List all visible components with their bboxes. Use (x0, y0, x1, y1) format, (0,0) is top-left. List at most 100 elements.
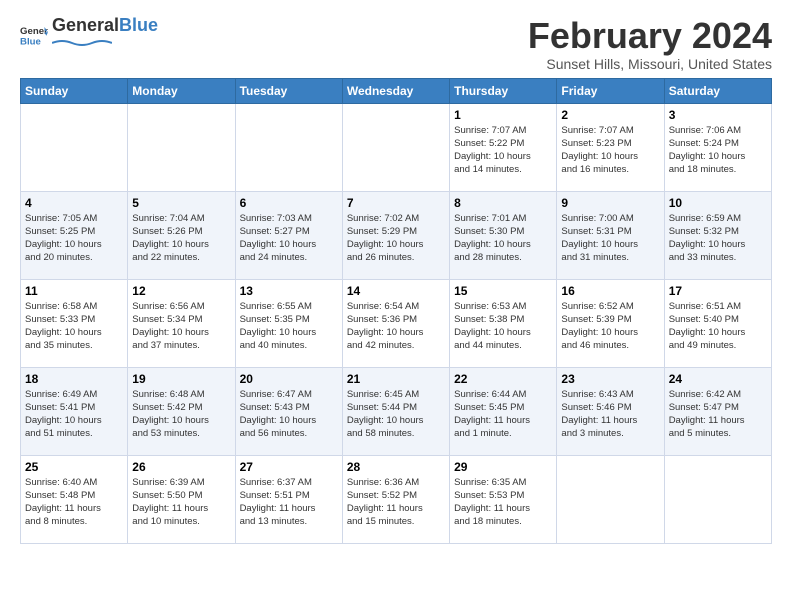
day-number: 6 (240, 196, 338, 210)
calendar-cell (21, 103, 128, 191)
calendar-cell: 28Sunrise: 6:36 AM Sunset: 5:52 PM Dayli… (342, 455, 449, 543)
day-info: Sunrise: 7:07 AM Sunset: 5:23 PM Dayligh… (561, 124, 659, 177)
calendar-cell: 9 Sunrise: 7:00 AM Sunset: 5:31 PM Daylig… (557, 191, 664, 279)
day-number: 24 (669, 372, 767, 386)
day-info: Sunrise: 6:52 AM Sunset: 5:39 PM Dayligh… (561, 300, 659, 353)
calendar-cell: 10 Sunrise: 6:59 AM Sunset: 5:32 PM Dayli… (664, 191, 771, 279)
day-info: Sunrise: 6:42 AM Sunset: 5:47 PM Dayligh… (669, 388, 767, 441)
calendar-cell: 24 Sunrise: 6:42 AM Sunset: 5:47 PM Dayli… (664, 367, 771, 455)
day-info: Sunrise: 7:01 AM Sunset: 5:30 PM Dayligh… (454, 212, 552, 265)
weekday-header-saturday: Saturday (664, 78, 771, 103)
calendar-cell: 2Sunrise: 7:07 AM Sunset: 5:23 PM Daylig… (557, 103, 664, 191)
day-info: Sunrise: 6:47 AM Sunset: 5:43 PM Dayligh… (240, 388, 338, 441)
day-number: 12 (132, 284, 230, 298)
weekday-header-thursday: Thursday (450, 78, 557, 103)
day-number: 15 (454, 284, 552, 298)
logo-general: General (52, 15, 119, 35)
day-number: 22 (454, 372, 552, 386)
calendar-cell: 11 Sunrise: 6:58 AM Sunset: 5:33 PM Dayli… (21, 279, 128, 367)
calendar-cell: 25 Sunrise: 6:40 AM Sunset: 5:48 PM Dayli… (21, 455, 128, 543)
calendar-cell: 26 Sunrise: 6:39 AM Sunset: 5:50 PM Dayli… (128, 455, 235, 543)
logo-text: GeneralBlue (52, 16, 158, 52)
svg-text:General: General (20, 26, 48, 37)
calendar-cell: 18 Sunrise: 6:49 AM Sunset: 5:41 PM Dayli… (21, 367, 128, 455)
day-info: Sunrise: 7:02 AM Sunset: 5:29 PM Dayligh… (347, 212, 445, 265)
day-number: 9 (561, 196, 659, 210)
calendar-cell: 27 Sunrise: 6:37 AM Sunset: 5:51 PM Dayli… (235, 455, 342, 543)
day-number: 10 (669, 196, 767, 210)
calendar-cell: 14Sunrise: 6:54 AM Sunset: 5:36 PM Dayli… (342, 279, 449, 367)
day-number: 28 (347, 460, 445, 474)
calendar-table: SundayMondayTuesdayWednesdayThursdayFrid… (20, 78, 772, 544)
day-number: 4 (25, 196, 123, 210)
day-number: 27 (240, 460, 338, 474)
calendar-week-3: 11 Sunrise: 6:58 AM Sunset: 5:33 PM Dayli… (21, 279, 772, 367)
day-info: Sunrise: 7:05 AM Sunset: 5:25 PM Dayligh… (25, 212, 123, 265)
calendar-week-5: 25 Sunrise: 6:40 AM Sunset: 5:48 PM Dayli… (21, 455, 772, 543)
logo-wave (52, 39, 112, 47)
day-number: 1 (454, 108, 552, 122)
calendar-cell (128, 103, 235, 191)
calendar-cell: 7Sunrise: 7:02 AM Sunset: 5:29 PM Daylig… (342, 191, 449, 279)
day-info: Sunrise: 7:07 AM Sunset: 5:22 PM Dayligh… (454, 124, 552, 177)
day-info: Sunrise: 6:49 AM Sunset: 5:41 PM Dayligh… (25, 388, 123, 441)
day-number: 14 (347, 284, 445, 298)
day-number: 18 (25, 372, 123, 386)
day-info: Sunrise: 6:51 AM Sunset: 5:40 PM Dayligh… (669, 300, 767, 353)
day-number: 25 (25, 460, 123, 474)
calendar-cell: 21Sunrise: 6:45 AM Sunset: 5:44 PM Dayli… (342, 367, 449, 455)
logo: General Blue GeneralBlue (20, 16, 158, 52)
weekday-header-row: SundayMondayTuesdayWednesdayThursdayFrid… (21, 78, 772, 103)
day-info: Sunrise: 6:44 AM Sunset: 5:45 PM Dayligh… (454, 388, 552, 441)
calendar-week-1: 1 Sunrise: 7:07 AM Sunset: 5:22 PM Daylig… (21, 103, 772, 191)
subtitle: Sunset Hills, Missouri, United States (528, 56, 772, 72)
day-number: 17 (669, 284, 767, 298)
calendar-cell: 5 Sunrise: 7:04 AM Sunset: 5:26 PM Daylig… (128, 191, 235, 279)
calendar-cell: 15Sunrise: 6:53 AM Sunset: 5:38 PM Dayli… (450, 279, 557, 367)
calendar-cell: 13Sunrise: 6:55 AM Sunset: 5:35 PM Dayli… (235, 279, 342, 367)
calendar-cell: 1 Sunrise: 7:07 AM Sunset: 5:22 PM Daylig… (450, 103, 557, 191)
main-title: February 2024 (528, 16, 772, 56)
day-info: Sunrise: 6:35 AM Sunset: 5:53 PM Dayligh… (454, 476, 552, 529)
calendar-cell (342, 103, 449, 191)
day-number: 5 (132, 196, 230, 210)
weekday-header-friday: Friday (557, 78, 664, 103)
day-info: Sunrise: 7:04 AM Sunset: 5:26 PM Dayligh… (132, 212, 230, 265)
weekday-header-tuesday: Tuesday (235, 78, 342, 103)
day-number: 20 (240, 372, 338, 386)
day-info: Sunrise: 6:39 AM Sunset: 5:50 PM Dayligh… (132, 476, 230, 529)
day-info: Sunrise: 6:48 AM Sunset: 5:42 PM Dayligh… (132, 388, 230, 441)
calendar-cell: 19Sunrise: 6:48 AM Sunset: 5:42 PM Dayli… (128, 367, 235, 455)
day-info: Sunrise: 7:06 AM Sunset: 5:24 PM Dayligh… (669, 124, 767, 177)
logo-icon: General Blue (20, 20, 48, 48)
day-number: 11 (25, 284, 123, 298)
day-info: Sunrise: 7:00 AM Sunset: 5:31 PM Dayligh… (561, 212, 659, 265)
day-number: 21 (347, 372, 445, 386)
day-number: 8 (454, 196, 552, 210)
day-info: Sunrise: 6:37 AM Sunset: 5:51 PM Dayligh… (240, 476, 338, 529)
weekday-header-wednesday: Wednesday (342, 78, 449, 103)
svg-text:Blue: Blue (20, 37, 41, 48)
day-info: Sunrise: 6:43 AM Sunset: 5:46 PM Dayligh… (561, 388, 659, 441)
calendar-cell: 16 Sunrise: 6:52 AM Sunset: 5:39 PM Dayli… (557, 279, 664, 367)
calendar-cell: 23Sunrise: 6:43 AM Sunset: 5:46 PM Dayli… (557, 367, 664, 455)
calendar-cell (235, 103, 342, 191)
day-info: Sunrise: 6:40 AM Sunset: 5:48 PM Dayligh… (25, 476, 123, 529)
day-info: Sunrise: 6:58 AM Sunset: 5:33 PM Dayligh… (25, 300, 123, 353)
calendar-cell: 4 Sunrise: 7:05 AM Sunset: 5:25 PM Daylig… (21, 191, 128, 279)
day-number: 3 (669, 108, 767, 122)
calendar-cell: 22 Sunrise: 6:44 AM Sunset: 5:45 PM Dayli… (450, 367, 557, 455)
calendar-cell (557, 455, 664, 543)
calendar-cell: 12Sunrise: 6:56 AM Sunset: 5:34 PM Dayli… (128, 279, 235, 367)
calendar-cell (664, 455, 771, 543)
weekday-header-monday: Monday (128, 78, 235, 103)
weekday-header-sunday: Sunday (21, 78, 128, 103)
day-info: Sunrise: 6:59 AM Sunset: 5:32 PM Dayligh… (669, 212, 767, 265)
day-number: 26 (132, 460, 230, 474)
day-info: Sunrise: 6:55 AM Sunset: 5:35 PM Dayligh… (240, 300, 338, 353)
calendar-cell: 17 Sunrise: 6:51 AM Sunset: 5:40 PM Dayli… (664, 279, 771, 367)
title-block: February 2024 Sunset Hills, Missouri, Un… (528, 16, 772, 72)
day-number: 16 (561, 284, 659, 298)
header: General Blue GeneralBlue February 2024 S… (20, 16, 772, 72)
calendar-cell: 6Sunrise: 7:03 AM Sunset: 5:27 PM Daylig… (235, 191, 342, 279)
